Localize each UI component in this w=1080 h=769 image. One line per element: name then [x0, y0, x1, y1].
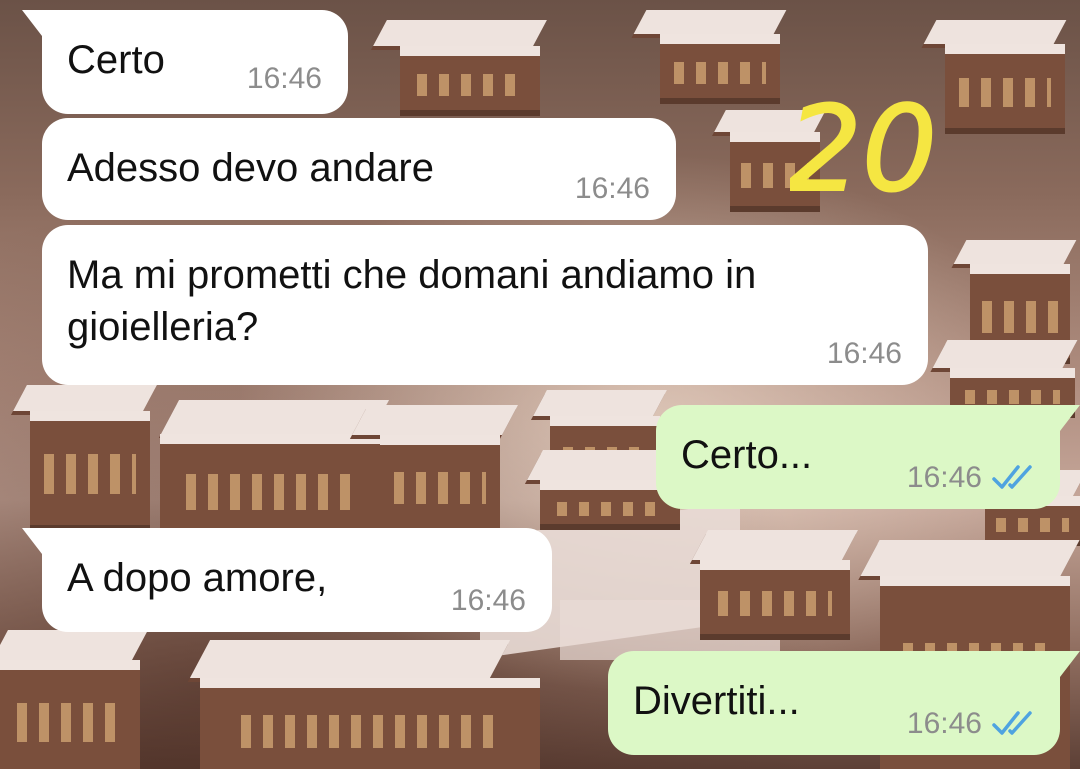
- house: [660, 34, 780, 104]
- message-text: A dopo amore,: [67, 556, 328, 600]
- house: [945, 44, 1065, 134]
- house-roof: [633, 10, 787, 34]
- house-roof: [13, 385, 157, 411]
- message-time: 16:46: [826, 337, 902, 370]
- house-roof: [533, 390, 667, 416]
- message-time: 16:46: [906, 707, 982, 740]
- house-roof: [860, 540, 1080, 576]
- house: [0, 660, 140, 769]
- message-text: Ma mi prometti che domani andiamo in gio…: [67, 253, 757, 349]
- message-time: 16:46: [246, 62, 322, 95]
- message-text: Certo...: [681, 433, 813, 477]
- house-roof: [692, 530, 858, 560]
- message-bubble-incoming[interactable]: Adesso devo andare 16:46: [42, 118, 676, 220]
- message-bubble-incoming[interactable]: Ma mi prometti che domani andiamo in gio…: [42, 225, 928, 385]
- house: [30, 411, 150, 531]
- message-text: Certo: [67, 38, 165, 82]
- house-roof: [953, 240, 1077, 264]
- message-bubble-outgoing[interactable]: Certo... 16:46: [656, 405, 1080, 509]
- bubble-tail: [22, 528, 42, 554]
- house-roof: [352, 405, 518, 435]
- message-bubble-incoming[interactable]: Certo 16:46: [22, 10, 348, 114]
- house-roof: [189, 640, 511, 678]
- bubble-tail: [22, 10, 42, 36]
- house: [400, 46, 540, 116]
- bubble-tail: [1060, 651, 1080, 677]
- house: [700, 560, 850, 640]
- house-roof: [932, 340, 1078, 368]
- house: [200, 678, 540, 769]
- message-text: Adesso devo andare: [67, 146, 434, 190]
- message-time: 16:46: [450, 584, 526, 617]
- house: [380, 435, 500, 535]
- house-roof: [923, 20, 1067, 44]
- message-text: Divertiti...: [633, 679, 800, 723]
- message-bubble-incoming[interactable]: A dopo amore, 16:46: [22, 528, 552, 632]
- read-double-check-icon: [992, 465, 1032, 489]
- message-time: 16:46: [906, 461, 982, 494]
- house-roof: [0, 630, 148, 660]
- handwritten-number-overlay: 20: [790, 79, 938, 219]
- read-double-check-icon: [992, 711, 1032, 735]
- bubble-tail: [1060, 405, 1080, 431]
- message-bubble-outgoing[interactable]: Divertiti... 16:46: [608, 651, 1080, 755]
- message-time: 16:46: [574, 172, 650, 205]
- overlay-number: 20: [790, 80, 937, 218]
- house-roof: [373, 20, 547, 46]
